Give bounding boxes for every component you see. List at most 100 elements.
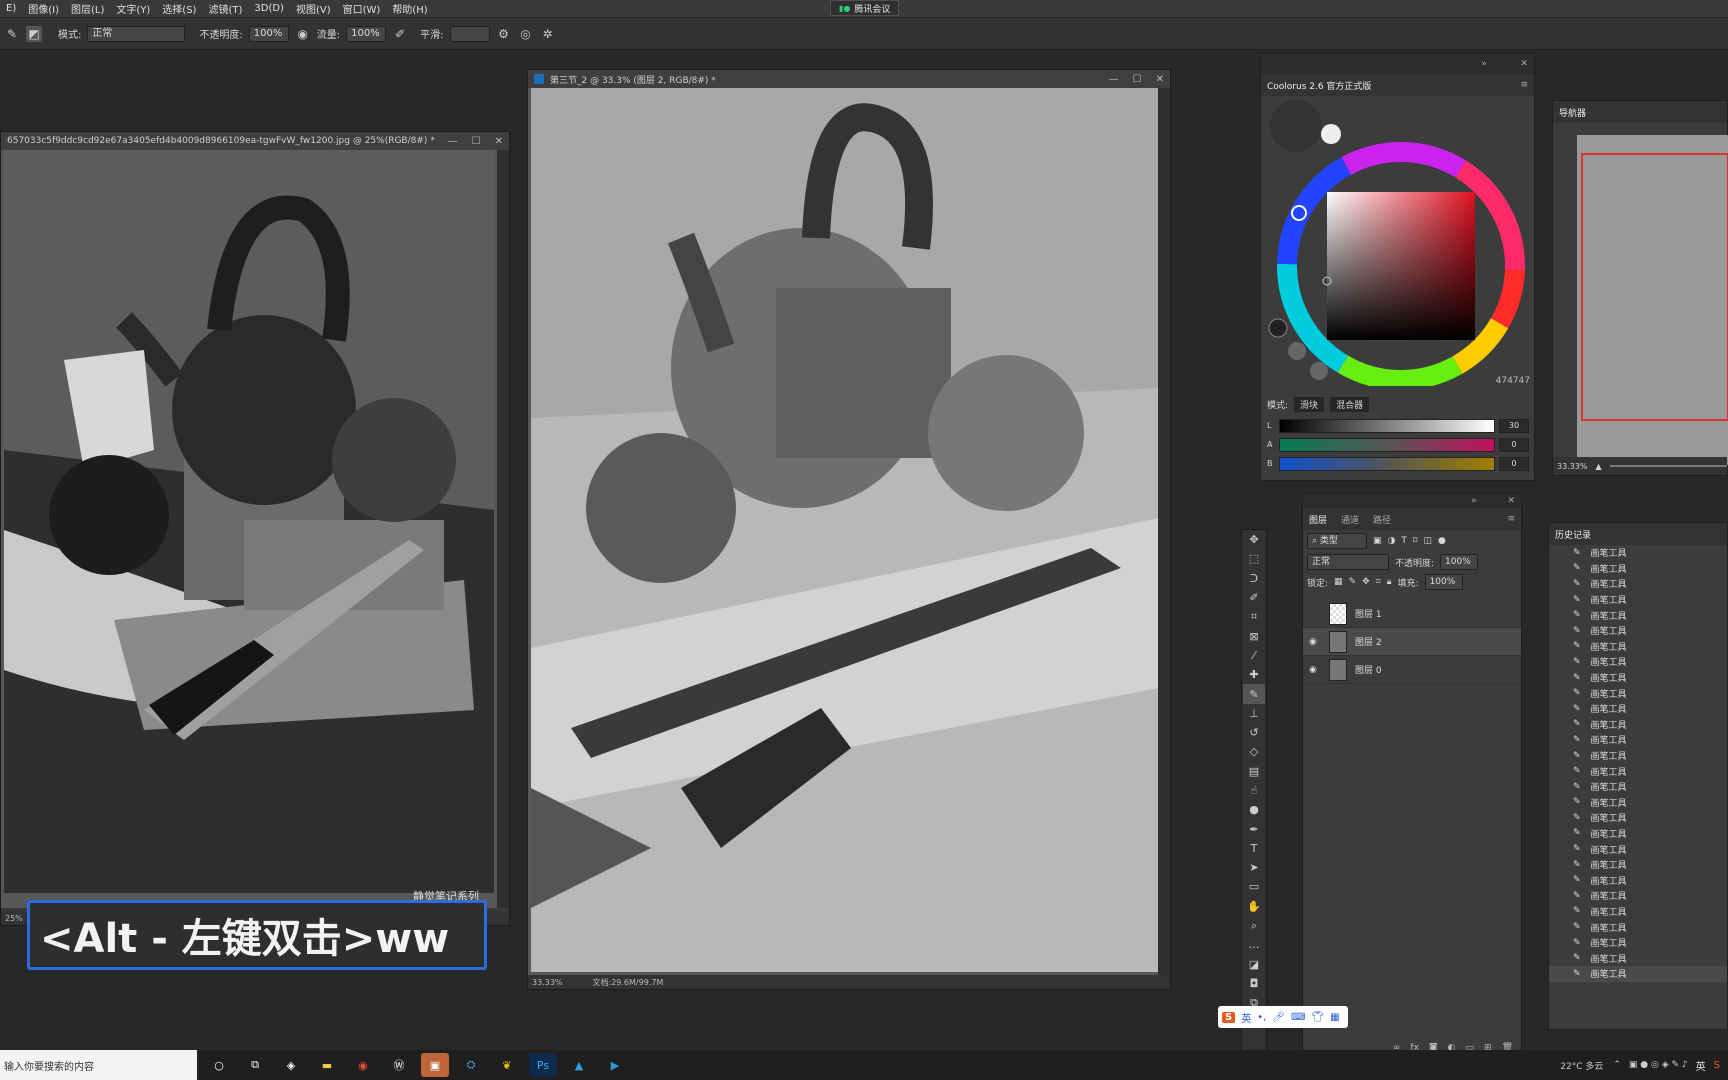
mode-select[interactable]: 正常 <box>87 25 186 42</box>
history-row[interactable]: ✎ 画笔工具 <box>1549 670 1727 686</box>
filter-smart-icon[interactable]: ◫ <box>1424 536 1433 546</box>
history-row[interactable]: ✎ 画笔工具 <box>1549 561 1727 577</box>
meeting-indicator[interactable]: ▮● 腾讯会议 <box>830 0 900 16</box>
filter-toggle-icon[interactable]: ● <box>1438 536 1446 546</box>
value-l[interactable]: 30 <box>1499 418 1529 433</box>
history-row[interactable]: ✎ 画笔工具 <box>1549 623 1727 639</box>
history-row[interactable]: ✎ 画笔工具 <box>1549 904 1727 920</box>
close-icon[interactable]: ✕ <box>1520 59 1528 69</box>
healing-tool-icon[interactable]: ✚ <box>1243 665 1265 684</box>
history-row[interactable]: ✎ 画笔工具 <box>1549 701 1727 717</box>
history-row[interactable]: ✎ 画笔工具 <box>1549 919 1727 935</box>
blend-mode-select[interactable]: 正常 <box>1307 554 1389 570</box>
smooth-input[interactable] <box>449 25 490 42</box>
microphone-icon[interactable]: 🎤︎ <box>1272 1012 1285 1023</box>
history-row[interactable]: ✎ 画笔工具 <box>1549 576 1727 592</box>
zoom-slider[interactable] <box>1609 465 1727 467</box>
filter-type-icon[interactable]: T <box>1401 536 1407 546</box>
filter-pixel-icon[interactable]: ▣ <box>1373 536 1382 546</box>
filter-adjust-icon[interactable]: ◑ <box>1388 536 1396 546</box>
layer-name[interactable]: 图层 0 <box>1355 663 1382 676</box>
shape-tool-icon[interactable]: ▭ <box>1243 877 1265 896</box>
close-icon[interactable]: ✕ <box>495 136 503 147</box>
crop-tool-icon[interactable]: ⌗ <box>1243 607 1265 626</box>
app-icon[interactable]: ◈ <box>277 1053 305 1077</box>
menu-view[interactable]: 视图(V) <box>290 1 337 16</box>
eraser-tool-icon[interactable]: ◇ <box>1243 742 1265 761</box>
navigator-view-box[interactable] <box>1581 153 1728 421</box>
slider-b[interactable] <box>1279 456 1495 471</box>
history-row[interactable]: ✎ 画笔工具 <box>1549 935 1727 951</box>
steam-icon[interactable]: ⛭ <box>457 1053 485 1077</box>
lasso-tool-icon[interactable]: ᑐ <box>1243 569 1265 588</box>
app-photos-icon[interactable]: ▲ <box>565 1053 593 1077</box>
slider-a[interactable] <box>1279 437 1495 452</box>
brush-preset-icon[interactable]: ✎ <box>4 26 20 42</box>
toolbox-icon[interactable]: ▦ <box>1330 1012 1339 1023</box>
lock-all-icon[interactable]: 🔒︎ <box>1387 577 1392 587</box>
gear-icon[interactable]: ⚙ <box>496 26 512 42</box>
zoom-out-icon[interactable]: ▲ <box>1596 462 1602 471</box>
layer-row[interactable]: 图层 1 <box>1303 600 1521 628</box>
lock-move-icon[interactable]: ✥ <box>1362 577 1370 587</box>
flow-input[interactable]: 100% <box>346 25 387 42</box>
history-row[interactable]: ✎ 画笔工具 <box>1549 639 1727 655</box>
color-swatches-icon[interactable]: ◪ <box>1243 955 1265 974</box>
move-tool-icon[interactable]: ✥ <box>1243 530 1265 549</box>
layer-opacity-input[interactable]: 100% <box>1440 554 1479 570</box>
more-tools-icon[interactable]: … <box>1243 935 1265 954</box>
smudge-tool-icon[interactable]: ☝ <box>1243 781 1265 800</box>
navigator-title[interactable]: 导航器 <box>1559 106 1586 119</box>
tab-slider[interactable]: 滑块 <box>1294 396 1325 412</box>
tab-layers[interactable]: 图层 <box>1309 513 1327 526</box>
lock-transparent-icon[interactable]: ▦ <box>1334 577 1343 587</box>
lock-artboard-icon[interactable]: ⌗ <box>1376 577 1381 587</box>
meeting-app-icon[interactable]: ▶ <box>601 1053 629 1077</box>
airbrush-icon[interactable]: ✐ <box>392 26 408 42</box>
maximize-icon[interactable]: ☐ <box>472 136 481 147</box>
menu-layer[interactable]: 图层(L) <box>65 1 110 16</box>
keyboard-icon[interactable]: ⌨ <box>1291 1012 1305 1023</box>
app-leaf-icon[interactable]: ❦ <box>493 1053 521 1077</box>
history-row[interactable]: ✎ 画笔工具 <box>1549 857 1727 873</box>
tab-channels[interactable]: 通道 <box>1341 513 1359 526</box>
cortana-icon[interactable]: ○ <box>205 1053 233 1077</box>
zoom-tool-icon[interactable]: ⌕ <box>1243 916 1265 935</box>
weather-text[interactable]: 22°C 多云 <box>1560 1059 1603 1072</box>
symmetry-icon[interactable]: ✲ <box>540 26 556 42</box>
task-view-icon[interactable]: ⧉ <box>241 1053 269 1077</box>
chrome-icon[interactable]: ◉ <box>349 1053 377 1077</box>
fill-input[interactable]: 100% <box>1424 574 1463 590</box>
history-row[interactable]: ✎ 画笔工具 <box>1549 717 1727 733</box>
history-row[interactable]: ✎ 画笔工具 <box>1549 763 1727 779</box>
eye-icon[interactable]: ◉ <box>1309 637 1321 647</box>
menu-window[interactable]: 窗口(W) <box>337 1 387 16</box>
slider-l[interactable] <box>1279 418 1495 433</box>
coolorus-title[interactable]: Coolorus 2.6 官方正式版 <box>1267 79 1371 92</box>
pressure-opacity-icon[interactable]: ◉ <box>295 26 311 42</box>
history-row[interactable]: ✎ 画笔工具 <box>1549 545 1727 561</box>
history-row[interactable]: ✎ 画笔工具 <box>1549 607 1727 623</box>
layers-panel-header[interactable]: » ✕ <box>1303 494 1521 508</box>
history-row[interactable]: ✎ 画笔工具 <box>1549 748 1727 764</box>
minimize-icon[interactable]: — <box>448 136 458 147</box>
pressure-size-icon[interactable]: ◎ <box>518 26 534 42</box>
history-row[interactable]: ✎ 画笔工具 <box>1549 732 1727 748</box>
history-row[interactable]: ✎ 画笔工具 <box>1549 950 1727 966</box>
collapse-icon[interactable]: » <box>1471 496 1477 506</box>
main-zoom[interactable]: 33.33% <box>532 978 563 987</box>
opacity-input[interactable]: 100% <box>248 25 289 42</box>
reference-titlebar[interactable]: 657033c5f9ddc9cd92e67a3405efd4b4009d8966… <box>1 132 509 150</box>
path-select-tool-icon[interactable]: ➤ <box>1243 858 1265 877</box>
menu-filter[interactable]: 滤镜(T) <box>202 1 248 16</box>
eye-icon[interactable]: ◉ <box>1309 665 1321 675</box>
history-row[interactable]: ✎ 画笔工具 <box>1549 654 1727 670</box>
panel-menu-icon[interactable]: ≡ <box>1507 514 1515 524</box>
history-row[interactable]: ✎ 画笔工具 <box>1549 810 1727 826</box>
sogou-tray-icon[interactable]: S <box>1714 1060 1720 1071</box>
eyedropper-tool-icon[interactable]: ⁄ <box>1243 646 1265 665</box>
value-b[interactable]: 0 <box>1499 456 1529 471</box>
history-row[interactable]: ✎ 画笔工具 <box>1549 795 1727 811</box>
layer-row[interactable]: ◉ 图层 2 <box>1303 628 1521 656</box>
photoshop-icon[interactable]: Ps <box>529 1053 557 1077</box>
